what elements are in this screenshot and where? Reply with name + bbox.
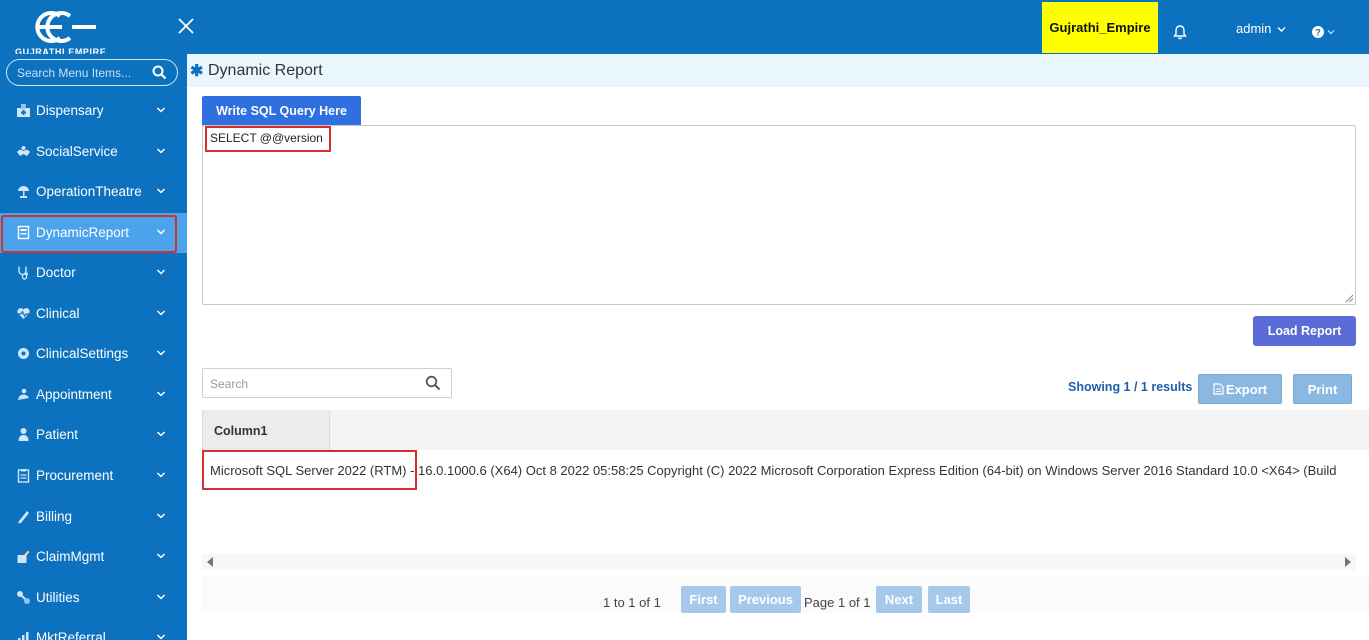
settings-icon: [18, 348, 29, 359]
sidebar-item-billing[interactable]: Billing: [0, 497, 187, 537]
grid-header: Column1: [202, 410, 1369, 450]
export-button[interactable]: Export: [1198, 374, 1282, 404]
chevron-down-icon: [156, 107, 166, 113]
first-page-button[interactable]: First: [681, 586, 726, 613]
chevron-down-icon: [156, 431, 166, 437]
sidebar-item-appointment[interactable]: Appointment: [0, 375, 187, 415]
billing-icon: [18, 511, 29, 524]
sidebar-item-patient[interactable]: Patient: [0, 415, 187, 455]
scroll-right-icon[interactable]: [1344, 557, 1352, 567]
sidebar-item-operationtheatre[interactable]: OperationTheatre: [0, 172, 187, 212]
dispensary-icon: [17, 104, 30, 117]
chevron-down-icon: [156, 391, 166, 397]
bell-icon[interactable]: [1172, 24, 1188, 40]
help-icon[interactable]: ?: [1312, 24, 1342, 40]
heartbeat-icon: [17, 308, 30, 319]
last-page-button[interactable]: Last: [928, 586, 970, 613]
social-service-icon: [17, 146, 30, 156]
page-header: ✱ Dynamic Report: [187, 54, 1369, 87]
sidebar: Dispensary SocialService OperationTheatr…: [0, 54, 187, 640]
menu-search-input[interactable]: [17, 65, 147, 81]
close-menu-icon[interactable]: [176, 16, 196, 36]
report-grid: Column1 Microsoft SQL Server 2022 (RTM) …: [202, 410, 1369, 573]
highlight-box: [1, 215, 177, 253]
column-header-label: Column1: [214, 424, 268, 438]
export-label: Export: [1225, 381, 1268, 397]
chevron-down-icon: [156, 350, 166, 356]
utilities-icon: [17, 591, 30, 604]
search-icon[interactable]: [425, 375, 441, 391]
chevron-down-icon: [1277, 27, 1286, 33]
pager-summary: 1 to 1 of 1: [603, 595, 661, 610]
user-menu[interactable]: admin: [1236, 21, 1286, 36]
chevron-down-icon: [156, 188, 166, 194]
print-button[interactable]: Print: [1293, 374, 1352, 404]
menu-search: [6, 59, 178, 86]
highlight-box: [205, 126, 331, 152]
chevron-down-icon: [156, 148, 166, 154]
chevron-down-icon: [156, 634, 166, 640]
claim-icon: [17, 550, 30, 563]
grid-search-box: [202, 368, 452, 398]
sidebar-item-doctor[interactable]: Doctor: [0, 253, 187, 293]
referral-icon: [18, 632, 29, 640]
sidebar-item-procurement[interactable]: Procurement: [0, 456, 187, 496]
stethoscope-icon: [18, 266, 28, 280]
operation-theatre-icon: [18, 186, 29, 198]
chevron-down-icon: [156, 269, 166, 275]
sidebar-item-socialservice[interactable]: SocialService: [0, 132, 187, 172]
top-bar: GUJRATHI EMPIRE Gujrathi_Empire admin ?: [0, 0, 1369, 57]
chevron-down-icon: [156, 472, 166, 478]
results-count: Showing 1 / 1 results: [1068, 380, 1193, 394]
appointment-icon: [18, 388, 29, 400]
chevron-down-icon: [156, 594, 166, 600]
asterisk-icon: ✱: [190, 63, 204, 80]
chevron-down-icon: [156, 553, 166, 559]
next-page-button[interactable]: Next: [876, 586, 922, 613]
chevron-down-icon: [156, 310, 166, 316]
sidebar-item-utilities[interactable]: Utilities: [0, 578, 187, 618]
highlight-box: [202, 450, 417, 490]
page-title: Dynamic Report: [208, 62, 323, 79]
column-header[interactable]: Column1: [202, 410, 330, 450]
sidebar-item-dispensary[interactable]: Dispensary: [0, 91, 187, 131]
clipboard-icon: [17, 469, 30, 483]
main-panel: ✱ Dynamic Report Write SQL Query Here SE…: [187, 54, 1369, 640]
resize-grip-icon[interactable]: [1344, 293, 1354, 303]
report-content: Write SQL Query Here SELECT @@version Lo…: [187, 87, 1369, 640]
user-name: admin: [1236, 21, 1272, 36]
patient-icon: [18, 428, 29, 441]
export-file-icon: [1213, 382, 1224, 395]
sql-query-textarea[interactable]: [202, 125, 1356, 305]
sidebar-item-claimmgmt[interactable]: ClaimMgmt: [0, 537, 187, 577]
svg-text:?: ?: [1315, 28, 1321, 38]
sidebar-item-clinicalsettings[interactable]: ClinicalSettings: [0, 334, 187, 374]
sidebar-item-clinical[interactable]: Clinical: [0, 294, 187, 334]
page-indicator: Page 1 of 1: [804, 595, 871, 610]
load-report-button[interactable]: Load Report: [1253, 316, 1356, 346]
write-sql-query-button[interactable]: Write SQL Query Here: [202, 96, 361, 126]
grid-search-input[interactable]: [210, 376, 410, 392]
organization-badge[interactable]: Gujrathi_Empire: [1042, 2, 1158, 53]
horizontal-scrollbar[interactable]: [202, 554, 1356, 570]
scroll-left-icon[interactable]: [206, 557, 214, 567]
sidebar-item-mktreferral[interactable]: MktReferral: [0, 618, 187, 640]
search-icon[interactable]: [152, 65, 167, 80]
previous-page-button[interactable]: Previous: [730, 586, 801, 613]
chevron-down-icon: [156, 513, 166, 519]
